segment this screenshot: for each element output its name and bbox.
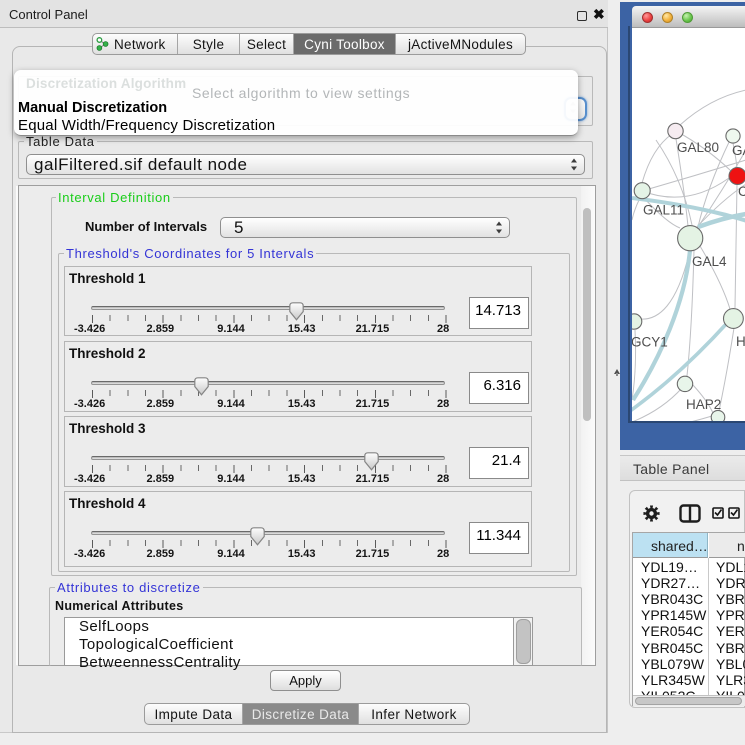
svg-text:H: H [736, 334, 745, 349]
svg-text:C: C [738, 184, 745, 199]
svg-text:HAP2: HAP2 [686, 397, 721, 412]
svg-text:GAL80: GAL80 [677, 140, 719, 155]
svg-text:GAL11: GAL11 [643, 203, 684, 218]
svg-text:GCY1: GCY1 [632, 335, 668, 350]
svg-text:GA: GA [732, 143, 745, 158]
svg-text:GAL4: GAL4 [692, 254, 727, 269]
